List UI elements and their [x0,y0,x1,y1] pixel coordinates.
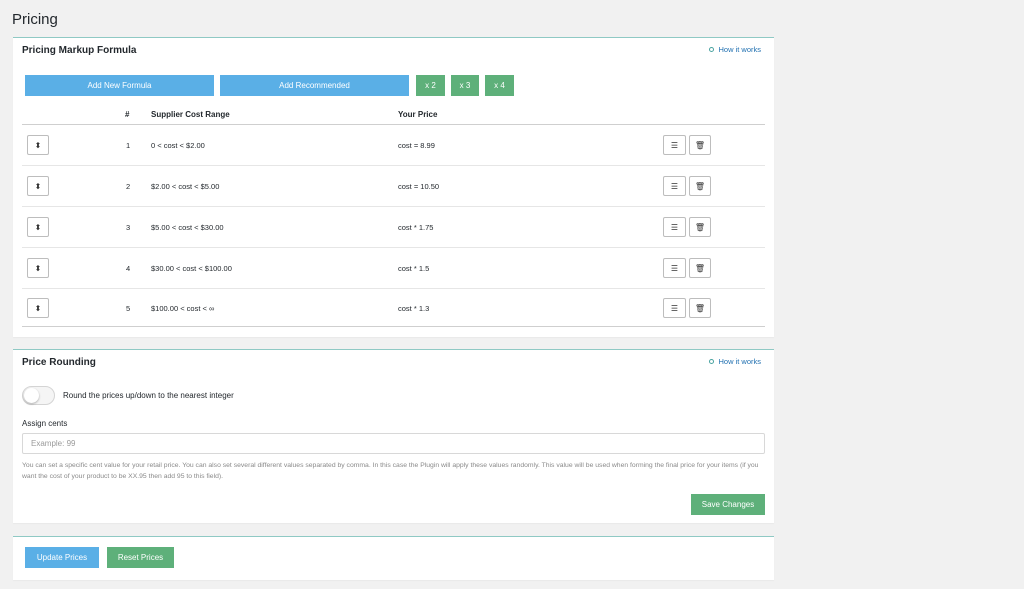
table-row: ⬍ 4 $30.00 < cost < $100.00 cost * 1.5 ☰… [22,248,765,289]
row-range: $30.00 < cost < $100.00 [151,264,232,273]
sort-handle-icon[interactable]: ⬍ [27,298,49,318]
delete-trash-icon[interactable]: 🗑 [689,135,711,155]
round-prices-toggle[interactable] [22,386,55,405]
page-title: Pricing [12,11,58,28]
price-rounding-panel: Price Rounding How it works Round the pr… [13,349,774,523]
row-price: cost = 8.99 [398,141,435,150]
rounding-how-it-works-label: How it works [718,357,761,366]
edit-menu-icon[interactable]: ☰ [663,258,686,278]
row-price: cost * 1.3 [398,304,430,313]
rounding-panel-title: Price Rounding [22,357,96,368]
markup-panel-title: Pricing Markup Formula [22,45,137,56]
row-range: $5.00 < cost < $30.00 [151,223,224,232]
save-changes-button[interactable]: Save Changes [691,494,765,515]
delete-trash-icon[interactable]: 🗑 [689,258,711,278]
row-number: 1 [126,141,131,150]
table-row: ⬍ 5 $100.00 < cost < ∞ cost * 1.3 ☰ 🗑 [22,288,765,329]
column-header-number: # [125,110,130,119]
table-row: ⬍ 2 $2.00 < cost < $5.00 cost = 10.50 ☰ … [22,166,765,207]
table-row: ⬍ 1 0 < cost < $2.00 cost = 8.99 ☰ 🗑 [22,125,765,166]
row-number: 2 [126,182,131,191]
sort-handle-icon[interactable]: ⬍ [27,176,49,196]
row-number: 5 [126,304,131,313]
circle-icon [709,359,715,364]
edit-menu-icon[interactable]: ☰ [663,135,686,155]
multiply-2-button[interactable]: x 2 [416,75,445,96]
edit-menu-icon[interactable]: ☰ [663,217,686,237]
markup-how-it-works-link[interactable]: How it works [709,45,761,54]
reset-prices-button[interactable]: Reset Prices [107,547,174,568]
markup-how-it-works-label: How it works [718,45,761,54]
delete-trash-icon[interactable]: 🗑 [689,217,711,237]
pricing-markup-panel: Pricing Markup Formula How it works Add … [13,37,774,337]
assign-cents-input[interactable] [22,433,765,454]
sort-handle-icon[interactable]: ⬍ [27,135,49,155]
row-range: 0 < cost < $2.00 [151,141,205,150]
sort-handle-icon[interactable]: ⬍ [27,217,49,237]
add-new-formula-button[interactable]: Add New Formula [25,75,214,96]
delete-trash-icon[interactable]: 🗑 [689,298,711,318]
row-price: cost * 1.75 [398,223,434,232]
assign-cents-label: Assign cents [22,419,68,428]
price-actions-panel: Update Prices Reset Prices [13,536,774,580]
round-prices-label: Round the prices up/down to the nearest … [63,391,234,400]
multiply-4-button[interactable]: x 4 [485,75,514,96]
table-bottom-divider [22,326,765,327]
row-range: $100.00 < cost < ∞ [151,304,215,313]
edit-menu-icon[interactable]: ☰ [663,298,686,318]
add-recommended-button[interactable]: Add Recommended [220,75,409,96]
column-header-range: Supplier Cost Range [151,110,230,119]
sort-handle-icon[interactable]: ⬍ [27,258,49,278]
circle-icon [709,47,715,52]
row-number: 3 [126,223,131,232]
row-number: 4 [126,264,131,273]
rounding-how-it-works-link[interactable]: How it works [709,357,761,366]
table-row: ⬍ 3 $5.00 < cost < $30.00 cost * 1.75 ☰ … [22,207,765,248]
row-price: cost * 1.5 [398,264,430,273]
column-header-price: Your Price [398,110,438,119]
toggle-knob [24,388,39,403]
multiply-3-button[interactable]: x 3 [451,75,479,96]
assign-cents-help-text: You can set a specific cent value for yo… [22,462,759,480]
row-price: cost = 10.50 [398,182,440,191]
delete-trash-icon[interactable]: 🗑 [689,176,711,196]
update-prices-button[interactable]: Update Prices [25,547,99,568]
edit-menu-icon[interactable]: ☰ [663,176,686,196]
row-range: $2.00 < cost < $5.00 [151,182,220,191]
